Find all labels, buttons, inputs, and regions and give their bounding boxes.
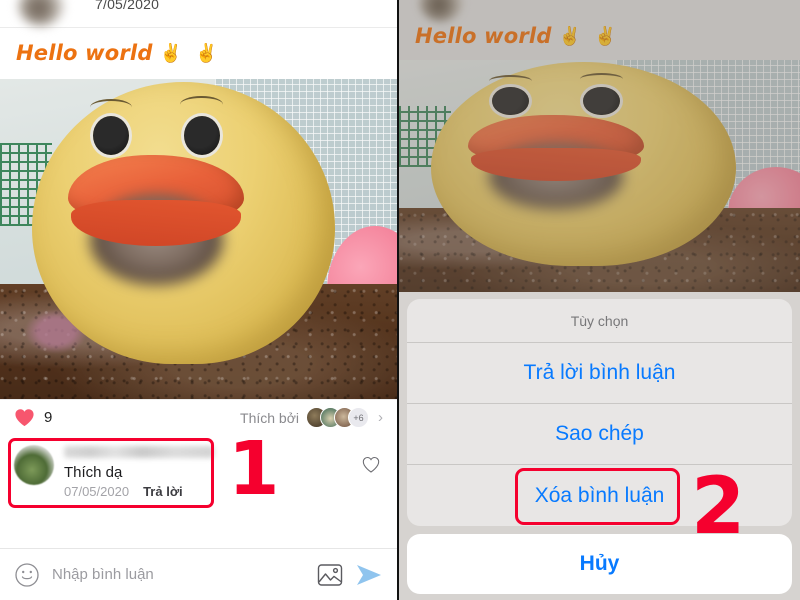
screenshot-root: 7/05/2020 Hello world ✌️ ✌️ 9 Thích bởi … [0,0,800,600]
photo-duck-lash-left [89,99,132,116]
annotation-number-1: 1 [228,426,280,512]
photo-duck-lash-left [488,74,532,87]
comment-text: Thích dạ [64,464,123,481]
image-icon[interactable] [317,563,343,587]
post-topbar: 7/05/2020 [0,0,397,28]
photo-duck-eye-right [583,86,621,116]
post-date: 7/05/2020 [95,0,160,12]
comment-area: Thích dạ 07/05/2020 Trả lời 1 [0,426,397,513]
likes-count: 9 [44,409,53,426]
comment-body: Thích dạ 07/05/2020 Trả lời [64,445,383,499]
post-caption: Hello world ✌️ ✌️ [415,24,620,48]
photo-duck-lash-right [180,96,223,113]
commenter-avatar[interactable] [14,445,54,485]
commenter-name-blurred [64,446,214,458]
heart-outline-icon[interactable] [361,455,381,474]
smiley-icon[interactable] [14,562,40,588]
liked-by-label: Thích bởi [240,409,299,426]
victory-hand-icon: ✌️ ✌️ [159,42,222,63]
post-photo[interactable] [0,79,397,399]
heart-filled-icon[interactable] [14,408,35,427]
send-icon[interactable] [355,563,383,587]
photo-duck-eye-right [183,115,220,156]
chevron-right-icon[interactable]: › [378,409,383,426]
left-phone-panel: 7/05/2020 Hello world ✌️ ✌️ 9 Thích bởi … [0,0,399,600]
author-avatar[interactable] [419,0,463,22]
photo-duck-head [431,62,736,267]
comment-composer[interactable]: Nhập bình luận [0,548,397,600]
likes-count-group[interactable]: 9 [14,408,52,427]
post-caption-text: Hello world [415,24,552,48]
photo-duck-eye-left [92,115,129,156]
annotation-number-2: 2 [691,462,746,552]
post-caption-text: Hello world [16,41,153,65]
post-photo[interactable] [399,60,800,292]
photo-duck-eye-left [492,86,529,116]
victory-hand-icon: ✌️ ✌️ [558,25,621,46]
action-sheet: Tùy chọn Trả lời bình luận Sao chép Xóa … [399,299,800,600]
likes-row: 9 Thích bởi +6 › [0,399,397,435]
liker-more-badge: +6 [348,407,369,428]
liked-by-group[interactable]: Thích bởi +6 › [240,407,383,428]
action-sheet-title: Tùy chọn [407,299,792,343]
comment-item[interactable]: Thích dạ 07/05/2020 Trả lời [0,435,397,499]
liker-avatar-stack[interactable]: +6 [306,407,369,428]
photo-duck-head [31,82,336,364]
action-sheet-item-copy[interactable]: Sao chép [407,404,792,465]
comment-reply-link[interactable]: Trả lời [143,484,183,499]
photo-duck-lash-right [580,72,624,85]
action-sheet-item-reply[interactable]: Trả lời bình luận [407,343,792,404]
comment-date: 07/05/2020 [64,484,130,499]
comment-meta: 07/05/2020 Trả lời [64,484,383,499]
post-caption: Hello world ✌️ ✌️ [0,28,397,79]
right-post-topbar: Hello world ✌️ ✌️ [399,0,800,60]
author-avatar[interactable] [18,0,64,26]
right-phone-panel: Hello world ✌️ ✌️ Tùy chọn Trả lời bình … [399,0,800,600]
comment-input[interactable]: Nhập bình luận [52,566,305,583]
